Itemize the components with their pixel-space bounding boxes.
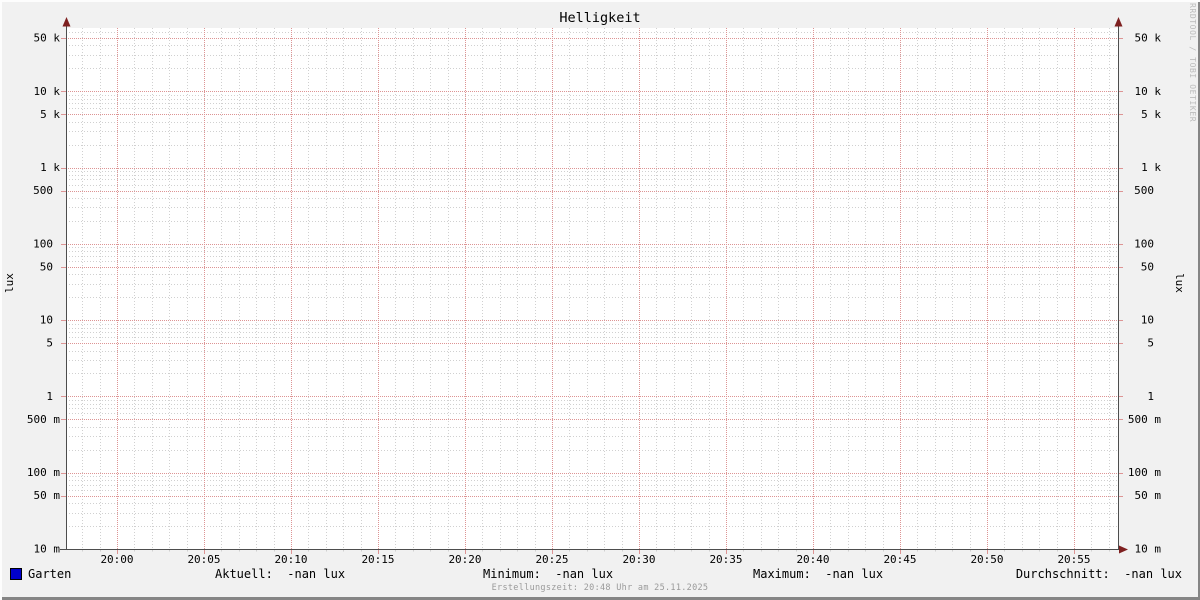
y-tick-label-left: 5 bbox=[46, 337, 53, 350]
y-tick-label-right: 1 k bbox=[1141, 161, 1161, 174]
y-tick-label-right: 500 m bbox=[1128, 413, 1161, 426]
x-tick-label: 20:35 bbox=[709, 553, 742, 566]
y-tick-label-right: 100 m bbox=[1128, 466, 1161, 479]
x-tick-label: 20:45 bbox=[883, 553, 916, 566]
y-tick-label-right: 5 k bbox=[1141, 108, 1161, 121]
rrd-graph: Helligkeit RRDTOOL / TOBI OETIKER 20:00 2… bbox=[0, 0, 1200, 600]
y-tick-label-left: 50 bbox=[40, 260, 53, 273]
y-tick-label-right: 50 k bbox=[1135, 32, 1162, 45]
y-tick-label-left: 5 k bbox=[40, 108, 60, 121]
y-tick-label-left: 50 m bbox=[34, 489, 61, 502]
stat-durchschnitt: Durchschnitt: -nan lux bbox=[1015, 567, 1182, 581]
plot-canvas bbox=[66, 28, 1118, 549]
y-tick-label-right: 10 m bbox=[1135, 543, 1162, 556]
stat-maximum: Maximum: -nan lux bbox=[753, 567, 884, 581]
y-tick-label-left: 50 k bbox=[34, 32, 61, 45]
y-tick-label-left: 1 k bbox=[40, 161, 60, 174]
y-axis-unit-right: lux bbox=[1173, 273, 1186, 293]
legend-series-label: Garten bbox=[28, 567, 72, 581]
y-axis-arrow-left bbox=[62, 17, 71, 27]
x-axis-arrow bbox=[1119, 545, 1128, 554]
y-tick-label-left: 100 m bbox=[27, 466, 60, 479]
x-tick-label: 20:40 bbox=[796, 553, 829, 566]
plot-area: 20:00 20:05 20:10 20:15 20:20 20:25 20:30 20:35… bbox=[27, 17, 1162, 566]
x-tick-label: 20:30 bbox=[622, 553, 655, 566]
x-tick-label: 20:25 bbox=[535, 553, 568, 566]
y-tick-label-right: 50 bbox=[1141, 260, 1154, 273]
y-tick-label-right: 50 m bbox=[1135, 489, 1162, 502]
y-tick-label-right: 10 bbox=[1141, 314, 1154, 327]
y-axis-unit-left: lux bbox=[3, 273, 16, 293]
x-tick-label: 20:20 bbox=[448, 553, 481, 566]
x-tick-label: 20:00 bbox=[100, 553, 133, 566]
stat-minimum: Minimum: -nan lux bbox=[483, 567, 614, 581]
creation-time: Erstellungszeit: 20:48 Uhr am 25.11.2025 bbox=[491, 583, 709, 593]
y-tick-label-left: 1 bbox=[46, 390, 53, 403]
x-tick-label: 20:50 bbox=[970, 553, 1003, 566]
y-tick-label-right: 1 bbox=[1147, 390, 1154, 403]
y-tick-label-right: 100 bbox=[1134, 237, 1154, 250]
y-tick-label-left: 10 bbox=[40, 314, 53, 327]
y-tick-label-left: 10 m bbox=[34, 543, 61, 556]
y-tick-label-left: 500 bbox=[33, 184, 53, 197]
y-tick-label-left: 100 bbox=[33, 237, 53, 250]
stat-aktuell: Aktuell: -nan lux bbox=[215, 567, 346, 581]
y-tick-label-right: 10 k bbox=[1135, 85, 1162, 98]
y-tick-label-right: 500 bbox=[1134, 184, 1154, 197]
x-tick-label: 20:05 bbox=[187, 553, 220, 566]
y-tick-label-right: 5 bbox=[1147, 337, 1154, 350]
x-tick-label: 20:55 bbox=[1057, 553, 1090, 566]
x-tick-label: 20:15 bbox=[361, 553, 394, 566]
y-tick-label-left: 500 m bbox=[27, 413, 60, 426]
legend-color-swatch bbox=[10, 568, 22, 580]
x-tick-label: 20:10 bbox=[274, 553, 307, 566]
y-tick-label-left: 10 k bbox=[34, 85, 61, 98]
y-axis-arrow-right bbox=[1114, 17, 1123, 27]
